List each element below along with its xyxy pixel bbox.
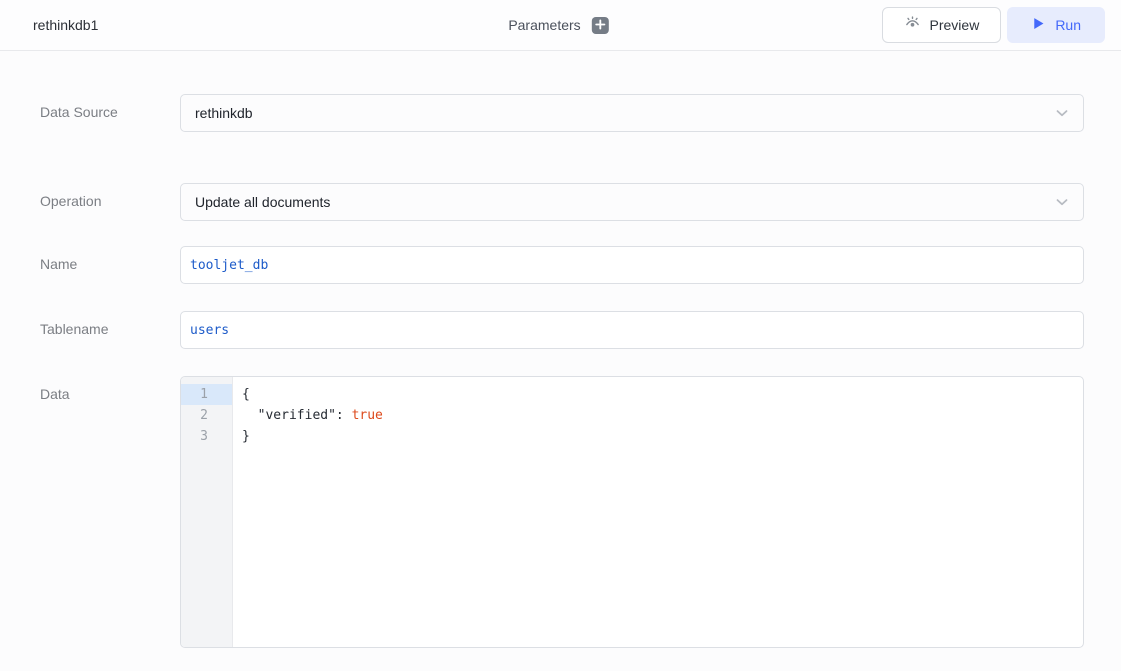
tablename-label: Tablename: [40, 311, 180, 349]
query-editor-topbar: rethinkdb1 Parameters Preview Run: [0, 0, 1121, 51]
code-line: }: [242, 426, 1083, 447]
preview-button-label: Preview: [930, 17, 980, 33]
editor-code-area: { "verified": true }: [233, 377, 1083, 647]
eye-icon: [904, 15, 921, 35]
name-input[interactable]: [180, 246, 1084, 284]
data-source-label: Data Source: [40, 94, 180, 132]
data-code-editor[interactable]: 1 2 3 { "verified": true }: [180, 376, 1084, 648]
operation-label: Operation: [40, 183, 180, 221]
play-icon: [1031, 16, 1046, 34]
parameters-section: Parameters: [508, 0, 608, 50]
line-number: 1: [181, 384, 232, 405]
operation-value: Update all documents: [195, 194, 330, 210]
data-source-value: rethinkdb: [195, 105, 253, 121]
field-row-data: Data 1 2 3 { "verified": true }: [0, 376, 1121, 648]
code-line: {: [242, 384, 1083, 405]
query-form: Data Source rethinkdb Operation Update a…: [0, 94, 1121, 648]
operation-select[interactable]: Update all documents: [180, 183, 1084, 221]
parameters-label: Parameters: [508, 17, 580, 33]
field-row-tablename: Tablename: [0, 311, 1121, 349]
code-line: "verified": true: [242, 405, 1083, 426]
chevron-down-icon: [1053, 193, 1071, 211]
query-name: rethinkdb1: [33, 17, 98, 33]
name-label: Name: [40, 246, 180, 284]
plus-icon: [595, 18, 606, 33]
line-number: 2: [181, 405, 232, 426]
data-label: Data: [40, 376, 180, 648]
chevron-down-icon: [1053, 104, 1071, 122]
line-number: 3: [181, 426, 232, 447]
data-source-select[interactable]: rethinkdb: [180, 94, 1084, 132]
field-row-operation: Operation Update all documents: [0, 183, 1121, 221]
topbar-actions: Preview Run: [882, 7, 1105, 43]
tablename-input[interactable]: [180, 311, 1084, 349]
run-button-label: Run: [1055, 17, 1081, 33]
editor-gutter: 1 2 3: [181, 377, 233, 647]
field-row-name: Name: [0, 246, 1121, 284]
run-button[interactable]: Run: [1007, 7, 1105, 43]
field-row-data-source: Data Source rethinkdb: [0, 94, 1121, 132]
preview-button[interactable]: Preview: [882, 7, 1002, 43]
add-parameter-button[interactable]: [592, 17, 609, 34]
